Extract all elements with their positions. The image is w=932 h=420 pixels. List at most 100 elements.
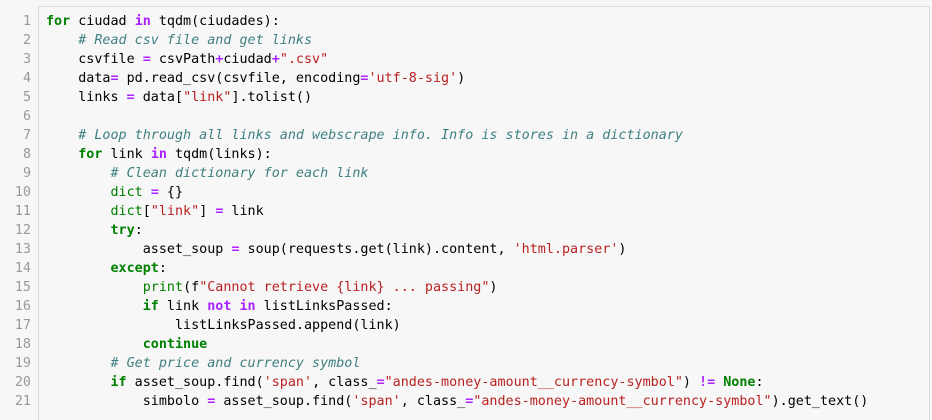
code-token: link <box>102 147 151 162</box>
line-number: 7 <box>22 128 31 143</box>
code-token: for <box>46 14 71 29</box>
line-number: 20 <box>14 375 31 390</box>
code-line[interactable]: if link not in listLinksPassed: <box>46 297 868 316</box>
code-token: continue <box>142 337 208 352</box>
code-token: ) <box>682 375 700 390</box>
line-number: 17 <box>14 318 31 333</box>
code-token: (f <box>183 280 200 295</box>
code-line[interactable]: except: <box>46 259 868 278</box>
code-line[interactable]: # Clean dictionary for each link <box>46 164 868 183</box>
code-token: try <box>110 223 135 238</box>
code-lines[interactable]: for ciudad in tqdm(ciudades): # Read csv… <box>46 12 868 411</box>
line-number: 15 <box>14 280 31 295</box>
code-token: {} <box>158 185 184 200</box>
line-number: 13 <box>14 242 31 257</box>
line-number: 18 <box>14 337 31 352</box>
code-token: ciudad <box>70 14 135 29</box>
code-token: 'span' <box>263 375 313 390</box>
code-token: , class_ <box>312 375 377 390</box>
code-token: data[ <box>134 90 184 105</box>
code-token: not in <box>207 299 256 314</box>
code-token: "Cannot retrieve {link} ... passing" <box>199 280 490 295</box>
code-token: != <box>699 375 716 390</box>
code-token: ciudad <box>223 52 272 67</box>
code-line[interactable]: data= pd.read_csv(csvfile, encoding='utf… <box>46 69 868 88</box>
code-token: : <box>755 375 764 390</box>
code-token: ) <box>457 71 466 86</box>
code-token: link <box>223 204 264 219</box>
code-token: listLinksPassed: <box>255 299 393 314</box>
code-token: for <box>78 147 103 162</box>
code-token: link <box>158 299 208 314</box>
code-token: in <box>150 147 167 162</box>
code-token: # Get price and currency symbol <box>110 356 361 371</box>
code-line[interactable]: for ciudad in tqdm(ciudades): <box>46 12 868 31</box>
code-line[interactable]: # Loop through all links and webscrape i… <box>46 126 868 145</box>
code-token: "andes-money-amount__currency-symbol" <box>473 394 772 409</box>
code-token: 'utf-8-sig' <box>368 71 458 86</box>
code-token: csvfile <box>46 52 143 67</box>
code-line[interactable]: csvfile = csvPath+ciudad+".csv" <box>46 50 868 69</box>
code-token: # Read csv file and get links <box>78 33 313 48</box>
line-number: 21 <box>14 394 31 409</box>
code-token: if <box>142 299 159 314</box>
code-line[interactable]: # Get price and currency symbol <box>46 354 868 373</box>
code-token: : <box>158 261 167 276</box>
code-token: "link" <box>150 204 200 219</box>
code-line[interactable]: continue <box>46 335 868 354</box>
line-number: 11 <box>14 204 31 219</box>
code-line[interactable]: dict["link"] = link <box>46 202 868 221</box>
code-token: asset_soup <box>46 242 232 257</box>
code-token: dict <box>110 204 143 219</box>
code-token: ].tolist() <box>231 90 313 105</box>
code-token: = <box>142 52 151 67</box>
code-line[interactable]: print(f"Cannot retrieve {link} ... passi… <box>46 278 868 297</box>
code-token: 'span' <box>352 394 401 409</box>
code-token: soup(requests.get(link).content, <box>239 242 514 257</box>
code-line[interactable]: if asset_soup.find('span', class_="andes… <box>46 373 868 392</box>
line-number: 1 <box>22 14 31 29</box>
code-token: = <box>110 71 119 86</box>
code-line[interactable]: listLinksPassed.append(link) <box>46 316 868 335</box>
code-line[interactable]: dict = {} <box>46 183 868 202</box>
code-token: = <box>150 185 159 200</box>
code-token: ).get_text() <box>771 394 869 409</box>
code-editor[interactable]: 1 2 3 4 5 6 7 8 9 10 11 12 13 14 15 16 17 18 19 20 21 for ci… <box>0 0 932 420</box>
code-line[interactable]: asset_soup = soup(requests.get(link).con… <box>46 240 868 259</box>
code-line[interactable]: try: <box>46 221 868 240</box>
code-token: ".csv" <box>279 52 329 67</box>
code-token: ] <box>199 204 216 219</box>
code-line[interactable]: simbolo = asset_soup.find('span', class_… <box>46 392 869 411</box>
code-line[interactable]: links = data["link"].tolist() <box>46 88 868 107</box>
code-line[interactable]: # Read csv file and get links <box>46 31 868 50</box>
line-number: 8 <box>22 147 31 162</box>
line-number: 3 <box>22 52 31 67</box>
line-number: 4 <box>22 71 31 86</box>
line-number: 14 <box>14 261 31 276</box>
code-token: links <box>46 90 127 105</box>
code-token: None <box>723 375 756 390</box>
code-token: 'html.parser' <box>513 242 619 257</box>
line-number: 19 <box>14 356 31 371</box>
code-token: [ <box>142 204 151 219</box>
line-number: 5 <box>22 90 31 105</box>
line-number-gutter: 1 2 3 4 5 6 7 8 9 10 11 12 13 14 15 16 17 18 19 20 21 <box>0 12 38 411</box>
code-token: ) <box>618 242 627 257</box>
code-line[interactable]: ​ <box>46 107 868 126</box>
code-token: asset_soup.find( <box>215 394 353 409</box>
code-line[interactable]: for link in tqdm(links): <box>46 145 868 164</box>
line-number: 2 <box>22 33 31 48</box>
code-token: tqdm(links): <box>166 147 272 162</box>
code-token: csvPath <box>150 52 216 67</box>
code-token: print <box>142 280 184 295</box>
